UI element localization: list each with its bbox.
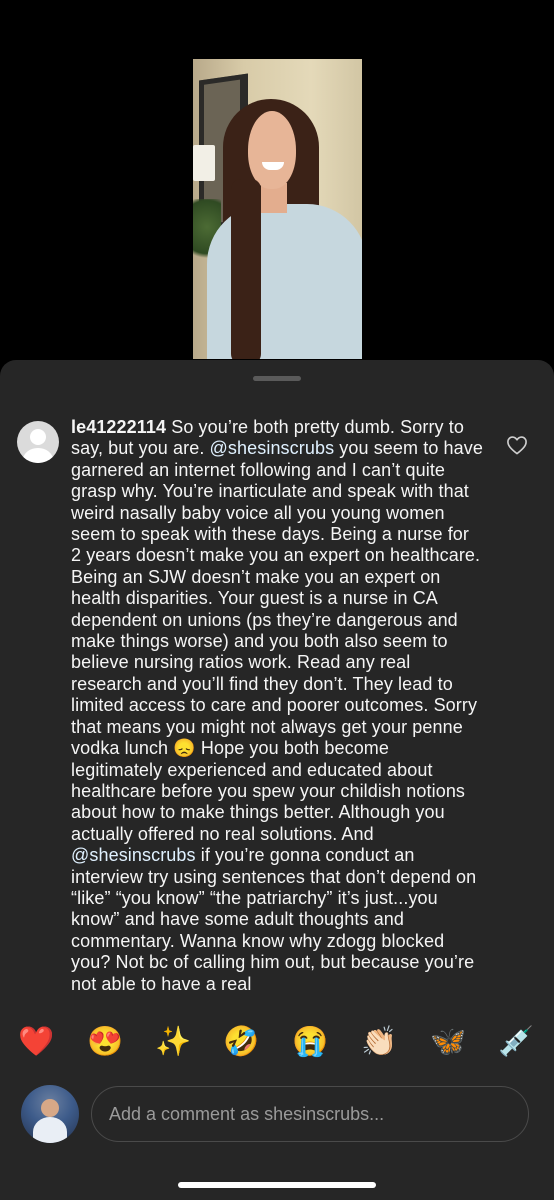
current-user-avatar xyxy=(21,1085,79,1143)
mention-link[interactable]: @shesinscrubs xyxy=(210,438,335,458)
reaction-heart-eyes[interactable]: 😍 xyxy=(85,1022,125,1062)
comment-composer: Add a comment as shesinscrubs... xyxy=(0,1084,554,1146)
comment-emoji: 😞 xyxy=(173,738,196,759)
reaction-bar: ❤️ 😍 ✨ 🤣 😭 👏🏻 🦋 💉 xyxy=(0,1012,554,1072)
comments-sheet: le41222114 So you’re both pretty dumb. S… xyxy=(0,360,554,1200)
live-video-preview xyxy=(193,59,362,359)
comment-text: le41222114 So you’re both pretty dumb. S… xyxy=(71,417,483,995)
reaction-clapping[interactable]: 👏🏻 xyxy=(359,1022,399,1062)
comment-text-segment: you seem to have garnered an internet fo… xyxy=(71,438,483,759)
reaction-butterfly[interactable]: 🦋 xyxy=(428,1022,468,1062)
reaction-syringe[interactable]: 💉 xyxy=(496,1022,536,1062)
sheet-drag-handle[interactable] xyxy=(253,376,301,381)
comment-username[interactable]: le41222114 xyxy=(71,417,166,437)
comment-body: So you’re both pretty dumb. Sorry to say… xyxy=(71,417,483,994)
heart-outline-icon[interactable] xyxy=(506,435,528,455)
reaction-rofl[interactable]: 🤣 xyxy=(221,1022,261,1062)
mention-link[interactable]: @shesinscrubs xyxy=(71,845,196,865)
home-indicator xyxy=(178,1182,376,1188)
comment-item: le41222114 So you’re both pretty dumb. S… xyxy=(0,415,554,1005)
default-avatar-icon[interactable] xyxy=(17,421,59,463)
comment-text-segment: if you’re gonna conduct an interview try… xyxy=(71,845,477,994)
reaction-sparkles[interactable]: ✨ xyxy=(153,1022,193,1062)
reaction-crying[interactable]: 😭 xyxy=(290,1022,330,1062)
reaction-heart[interactable]: ❤️ xyxy=(16,1022,56,1062)
comment-input[interactable]: Add a comment as shesinscrubs... xyxy=(91,1086,529,1142)
